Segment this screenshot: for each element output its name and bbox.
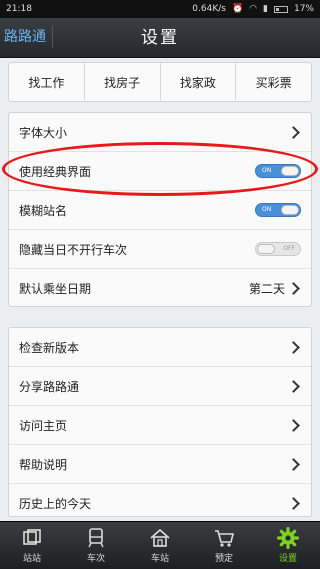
more-label: 历史上的今天 [19, 497, 92, 511]
tab-label: 预定 [214, 554, 233, 564]
setting-label: 模糊站名 [19, 203, 68, 218]
hide-trains-toggle[interactable]: OFF [255, 242, 301, 256]
toggle-knob [281, 205, 299, 215]
chevron-right-icon [287, 125, 300, 139]
gear-icon [277, 527, 299, 549]
more-share[interactable]: 分享路路通 [9, 367, 311, 406]
battery-icon [273, 5, 288, 13]
chevron-right-icon [287, 340, 300, 354]
setting-label: 字体大小 [19, 125, 68, 140]
quick-links: 找工作 找房子 找家政 买彩票 [8, 62, 312, 102]
quick-link-lottery[interactable]: 买彩票 [236, 63, 311, 101]
chevron-right-icon [287, 497, 300, 510]
more-check-update[interactable]: 检查新版本 [9, 328, 311, 367]
station-house-icon [150, 528, 170, 547]
train-icon [88, 528, 104, 548]
toggle-state: ON [262, 206, 272, 213]
more-label: 分享路路通 [19, 379, 80, 394]
title-bar: 设置 路路通 [0, 18, 320, 58]
toggle-knob [257, 244, 275, 254]
setting-fuzzy-station: 模糊站名 ON [9, 191, 311, 230]
tab-booking[interactable]: 预定 [192, 522, 256, 569]
setting-font-size[interactable]: 字体大小 [9, 113, 311, 152]
chevron-right-icon [287, 379, 300, 393]
alarm-icon: ⏰ [231, 4, 244, 14]
more-card: 检查新版本 分享路路通 访问主页 帮助说明 历史上的今天 [8, 327, 312, 517]
tab-station[interactable]: 车站 [128, 522, 192, 569]
tab-label: 车次 [86, 554, 105, 564]
setting-label: 使用经典界面 [19, 164, 92, 179]
quick-link-housing[interactable]: 找房子 [85, 63, 161, 101]
tab-bar: 站站 车次 车站 预定 设置 [0, 521, 320, 569]
setting-hide-trains: 隐藏当日不开行车次 OFF [9, 230, 311, 269]
classic-ui-toggle[interactable]: ON [255, 164, 301, 178]
network-speed: 0.64K/s [192, 4, 226, 14]
default-date-value: 第二天 [248, 282, 285, 296]
tab-label: 站站 [22, 554, 41, 564]
station-to-station-icon [23, 529, 41, 545]
chevron-right-icon [287, 282, 300, 295]
chevron-right-icon [287, 418, 300, 432]
more-help[interactable]: 帮助说明 [9, 445, 311, 484]
cart-icon [215, 530, 235, 547]
setting-classic-ui: 使用经典界面 ON [9, 152, 311, 191]
status-bar: 21:18 0.64K/s ⏰ ◠ ▮ 17% [0, 0, 320, 18]
more-history-today[interactable]: 历史上的今天 [9, 484, 311, 523]
tab-train[interactable]: 车次 [64, 522, 128, 569]
setting-label: 默认乘坐日期 [19, 282, 92, 296]
more-label: 访问主页 [19, 418, 68, 433]
chevron-right-icon [287, 457, 300, 471]
tab-label: 设置 [278, 554, 297, 564]
status-right: 0.64K/s ⏰ ◠ ▮ 17% [192, 4, 314, 14]
status-time: 21:18 [6, 4, 32, 14]
more-homepage[interactable]: 访问主页 [9, 406, 311, 445]
toggle-knob [281, 166, 299, 176]
more-label: 检查新版本 [19, 340, 80, 355]
fuzzy-station-toggle[interactable]: ON [255, 203, 301, 217]
signal-icon: ▮ [263, 4, 268, 14]
setting-default-date[interactable]: 默认乘坐日期 第二天 [9, 269, 311, 308]
quick-link-jobs[interactable]: 找工作 [9, 63, 85, 101]
setting-label: 隐藏当日不开行车次 [19, 242, 128, 257]
wifi-icon: ◠ [249, 4, 258, 14]
toggle-state: OFF [283, 245, 295, 252]
tab-settings[interactable]: 设置 [256, 522, 320, 569]
settings-card: 字体大小 使用经典界面 ON 模糊站名 ON 隐藏当日不开行车次 OFF 默认乘… [8, 112, 312, 307]
app-name-button[interactable]: 路路通 [4, 26, 53, 48]
tab-station-to-station[interactable]: 站站 [0, 522, 64, 569]
more-label: 帮助说明 [19, 457, 68, 472]
battery-level: 17% [293, 4, 314, 14]
tab-label: 车站 [150, 554, 169, 564]
quick-link-housekeeping[interactable]: 找家政 [161, 63, 237, 101]
toggle-state: ON [262, 167, 272, 174]
